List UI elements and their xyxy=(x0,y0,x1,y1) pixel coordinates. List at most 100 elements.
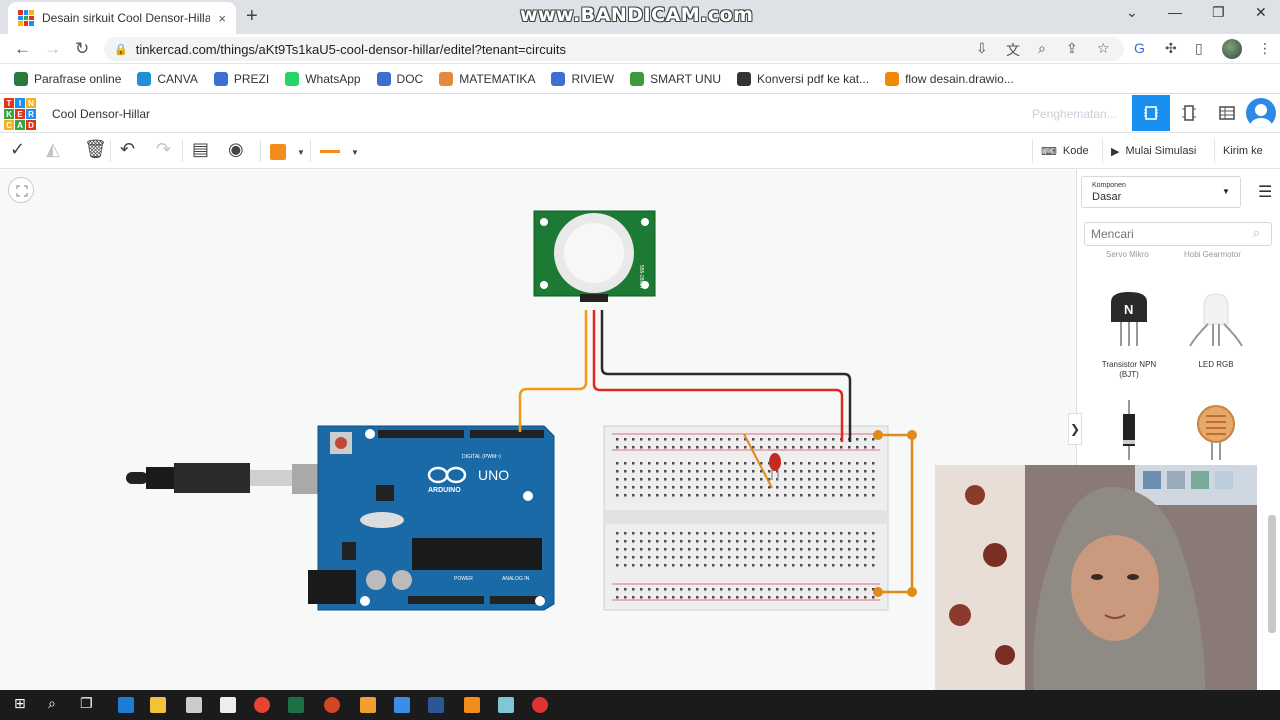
breadboard-hole xyxy=(832,494,835,497)
undo-icon[interactable]: ↶ xyxy=(120,139,135,160)
schematic-view-button[interactable] xyxy=(1170,95,1208,131)
breadboard-hole xyxy=(688,556,691,559)
windows-start-icon[interactable]: ⊞ xyxy=(14,695,30,711)
close-window-icon[interactable]: ✕ xyxy=(1255,4,1267,21)
zoom-icon[interactable]: ⌕ xyxy=(1038,40,1046,57)
edge-icon[interactable] xyxy=(118,697,134,713)
bookmark-item[interactable]: CANVA xyxy=(137,71,198,86)
new-tab-button[interactable]: + xyxy=(246,5,258,28)
delete-trash-icon[interactable]: 🗑 xyxy=(84,139,107,160)
breadboard-hole xyxy=(648,446,651,449)
browser-tab[interactable]: Desain sirkuit Cool Densor-Hillar × xyxy=(8,2,236,34)
led-rgb-label: LED RGB xyxy=(1198,360,1234,369)
list-view-icon[interactable]: ☰ xyxy=(1258,182,1272,202)
bookmark-item[interactable]: RIVIEW xyxy=(551,71,614,86)
breadboard[interactable] xyxy=(603,425,889,611)
side-panel-icon[interactable]: ▯ xyxy=(1195,40,1203,57)
tinkercad-logo[interactable]: TIN KER CAD xyxy=(4,98,36,130)
breadboard-hole xyxy=(672,462,675,465)
arduino-uno[interactable]: UNO ARDUINO DIGITAL (PWM~) POWER ANALOG … xyxy=(308,425,555,611)
notes-visibility-icon[interactable]: ◉ xyxy=(228,139,244,160)
bookmark-item[interactable]: PREZI xyxy=(213,71,269,86)
start-simulation-button[interactable]: ▶ Mulai Simulasi xyxy=(1102,139,1204,163)
install-app-icon[interactable]: ⇩ xyxy=(976,40,988,57)
breadboard-hole xyxy=(712,548,715,551)
drawio-icon[interactable] xyxy=(464,697,480,713)
panel-scrollbar[interactable] xyxy=(1268,515,1276,633)
breadboard-hole xyxy=(792,532,795,535)
component-search-input[interactable] xyxy=(1084,222,1272,246)
component-list-view-button[interactable] xyxy=(1208,95,1246,131)
wire-color-swatch[interactable] xyxy=(270,144,286,160)
store-icon[interactable] xyxy=(186,697,202,713)
user-avatar[interactable] xyxy=(1246,98,1276,128)
ground-wire[interactable] xyxy=(600,310,852,442)
wire-endpoint[interactable] xyxy=(907,430,917,440)
excel-icon[interactable] xyxy=(288,697,304,713)
extensions-puzzle-icon[interactable]: ✣ xyxy=(1165,40,1177,57)
breadboard-hole xyxy=(720,596,723,599)
color-dropdown-caret-icon[interactable]: ▼ xyxy=(297,148,305,157)
back-icon[interactable]: ← xyxy=(14,39,31,59)
bookmark-item[interactable]: flow desain.drawio... xyxy=(885,71,1014,86)
chrome-menu-icon[interactable]: ⋮ xyxy=(1258,40,1272,57)
project-title[interactable]: Cool Densor-Hillar xyxy=(52,107,150,121)
panel-collapse-toggle[interactable]: ❯ xyxy=(1068,413,1082,445)
components-dropdown-caret-icon[interactable]: ▼ xyxy=(1222,187,1230,196)
tab-close-icon[interactable]: × xyxy=(218,11,226,26)
wire-endpoint[interactable] xyxy=(873,430,883,440)
pir-sensor[interactable]: 555-28027 xyxy=(533,210,656,302)
photoresistor-icon[interactable] xyxy=(1197,405,1235,460)
power-wire[interactable] xyxy=(592,310,844,442)
minimize-icon[interactable]: — xyxy=(1168,4,1182,20)
file-explorer-icon[interactable] xyxy=(150,697,166,713)
led-rgb-icon[interactable] xyxy=(1189,293,1243,347)
signal-wire[interactable] xyxy=(518,310,588,432)
bookmark-item[interactable]: MATEMATIKA xyxy=(439,71,535,86)
forward-icon[interactable]: → xyxy=(44,39,61,59)
notes-icon[interactable]: ▤ xyxy=(192,139,209,160)
wire-type-swatch[interactable] xyxy=(320,150,340,153)
notepad-icon[interactable] xyxy=(498,697,514,713)
redo-icon[interactable]: ↷ xyxy=(156,139,171,160)
search-taskbar-icon[interactable]: ⌕ xyxy=(48,695,64,711)
code-button[interactable]: ⌨ Kode xyxy=(1032,139,1097,163)
word-icon[interactable] xyxy=(428,697,444,713)
feather-app-icon[interactable] xyxy=(394,697,410,713)
task-view-icon[interactable]: ❐ xyxy=(80,695,96,711)
powerpoint-icon[interactable] xyxy=(324,697,340,713)
bookmark-item[interactable]: WhatsApp xyxy=(285,71,361,86)
bookmark-star-icon[interactable]: ☆ xyxy=(1097,40,1110,57)
url-field[interactable]: 🔒 tinkercad.com/things/aKt9Ts1kaU5-cool-… xyxy=(104,37,1124,61)
rotate-icon[interactable]: ✓ xyxy=(10,139,25,160)
circuit-view-button[interactable] xyxy=(1132,95,1170,131)
breadboard-hole xyxy=(656,548,659,551)
tab-search-chevron-icon[interactable]: ⌄ xyxy=(1126,4,1138,21)
send-to-button[interactable]: Kirim ke xyxy=(1214,139,1271,163)
google-translate-ext-icon[interactable]: G xyxy=(1134,40,1145,56)
breadboard-hole xyxy=(816,548,819,551)
wire-type-caret-icon[interactable]: ▼ xyxy=(351,148,359,157)
sublime-icon[interactable] xyxy=(360,697,376,713)
mail-icon[interactable] xyxy=(220,697,236,713)
bandicam-icon[interactable] xyxy=(532,697,548,713)
bookmark-item[interactable]: SMART UNU xyxy=(630,71,721,86)
bookmark-item[interactable]: Parafrase online xyxy=(14,71,121,86)
bookmark-item[interactable]: DOC xyxy=(376,71,423,86)
flip-icon[interactable]: ◭ xyxy=(46,139,60,160)
chrome-icon[interactable] xyxy=(254,697,270,713)
share-icon[interactable]: ⇪ xyxy=(1066,40,1078,57)
profile-avatar[interactable] xyxy=(1222,39,1242,59)
breadboard-hole xyxy=(632,438,635,441)
breadboard-hole xyxy=(856,486,859,489)
reload-icon[interactable]: ↻ xyxy=(75,39,89,59)
bookmark-item[interactable]: Konversi pdf ke kat... xyxy=(737,71,869,86)
diode-icon[interactable] xyxy=(1123,400,1135,460)
wire-endpoint[interactable] xyxy=(907,587,917,597)
transistor-icon[interactable]: N xyxy=(1111,292,1147,346)
wire-endpoint[interactable] xyxy=(873,587,883,597)
restore-icon[interactable]: ❐ xyxy=(1212,4,1225,21)
breadboard-hole xyxy=(816,478,819,481)
breadboard-hole xyxy=(640,494,643,497)
translate-icon[interactable]: 文 xyxy=(1006,40,1020,60)
